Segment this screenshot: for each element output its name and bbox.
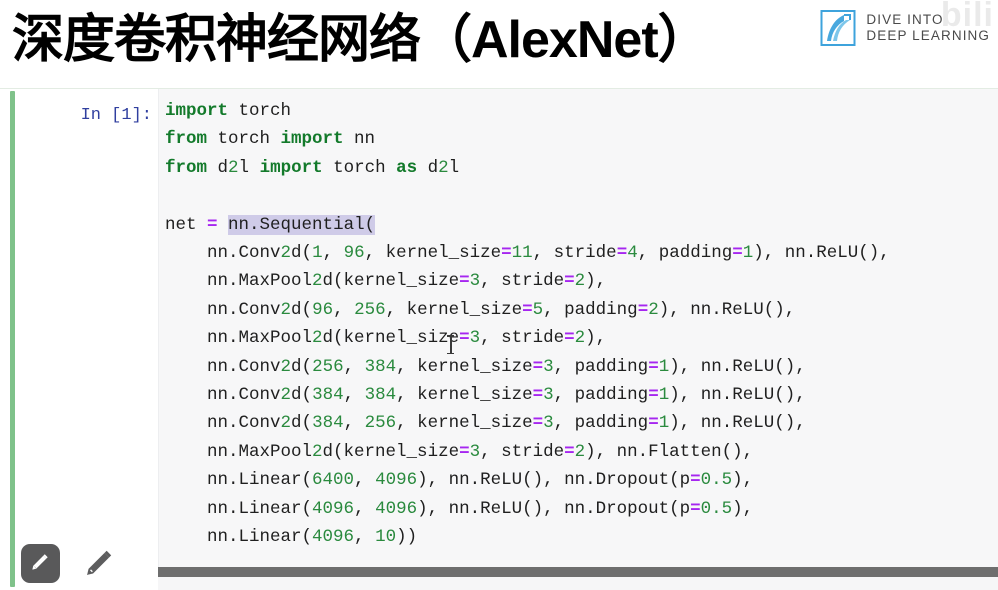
open-book-icon [819,8,857,48]
pencil-icon [30,550,52,577]
cell-footer-strip [158,577,998,590]
slide-header: bili 深度卷积神经网络（AlexNet） DIVE INTO DEEP LE… [0,0,998,88]
brand-logo-text: DIVE INTO DEEP LEARNING [866,12,990,44]
logo-line-1: DIVE INTO [866,12,944,28]
page-title: 深度卷积神经网络（AlexNet） [12,11,710,69]
notebook-cell-area: In [1]: import torch from torch import n… [0,88,998,590]
cell-selected-indicator [10,91,15,587]
horizontal-scrollbar[interactable] [158,567,998,577]
brand-logo: DIVE INTO DEEP LEARNING [819,8,990,48]
pencil-icon [84,544,118,583]
code-content[interactable]: import torch from torch import nn from d… [165,97,890,552]
slide-screen: bili 深度卷积神经网络（AlexNet） DIVE INTO DEEP LE… [0,0,998,590]
code-editor[interactable]: import torch from torch import nn from d… [158,89,998,567]
pen-tool-button[interactable] [21,544,60,583]
cell-execution-prompt: In [1]: [80,106,152,125]
horizontal-scrollbar-thumb[interactable] [158,567,998,577]
pen-tool-freehand[interactable] [82,545,120,583]
logo-line-2: DEEP LEARNING [866,28,990,43]
annotation-toolbar [21,544,120,583]
